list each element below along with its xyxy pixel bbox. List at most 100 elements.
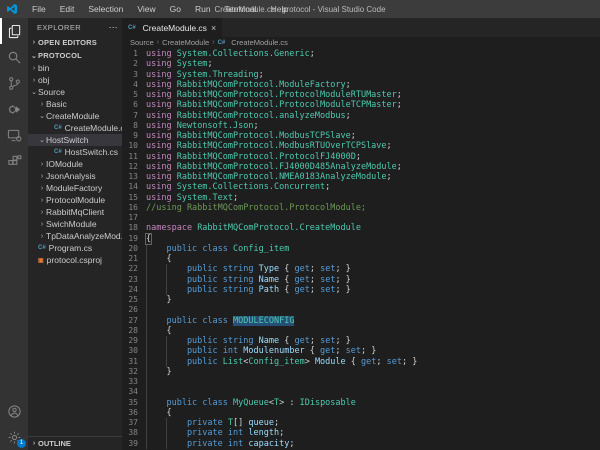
indent-guide [146,264,166,274]
code-line[interactable]: 14using System.Collections.Concurrent; [122,182,600,192]
settings-gear-icon[interactable]: 1 [0,424,28,450]
code-line[interactable]: 39private int capacity; [122,439,600,449]
code-line[interactable]: 7using RabbitMQComProtocol.analyzeModbus… [122,111,600,121]
tree-item-jsonanalysis[interactable]: ›JsonAnalysis [28,170,122,182]
code-line[interactable]: 29public string Name { get; set; } [122,336,600,346]
indent-guide [166,357,186,367]
code-line[interactable]: 13using RabbitMQComProtocol.NMEA0183Anal… [122,172,600,182]
code-line[interactable]: 17 [122,213,600,223]
code-line[interactable]: 18namespace RabbitMQComProtocol.CreateMo… [122,223,600,233]
remote-explorer-icon[interactable] [0,122,28,148]
code-line[interactable]: 9using RabbitMQComProtocol.ModbusTCPSlav… [122,131,600,141]
search-icon[interactable] [0,44,28,70]
line-number: 34 [122,387,146,397]
menu-go[interactable]: Go [163,4,188,14]
extensions-icon[interactable] [0,148,28,174]
menu-run[interactable]: Run [188,4,218,14]
code-line[interactable]: 35public class MyQueue<T> : IDisposable [122,398,600,408]
tree-item-createmodule[interactable]: ⌄CreateModule [28,110,122,122]
chevron-right-icon: › [38,233,46,240]
line-number: 5 [122,90,146,100]
tree-item-basic[interactable]: ›Basic [28,98,122,110]
project-root-section[interactable]: ⌄ PROTOCOL [28,49,122,62]
code-line[interactable]: 20public class Config_item [122,244,600,254]
code-line[interactable]: 16//using RabbitMQComProtocol.ProtocolMo… [122,203,600,213]
code-line[interactable]: 37private T[] queue; [122,418,600,428]
code-line[interactable]: 33 [122,377,600,387]
code-line[interactable]: 30public int Modulenumber { get; set; } [122,346,600,356]
tree-item-obj[interactable]: ›obj [28,74,122,86]
menu-help[interactable]: Help [264,4,295,14]
tree-item-tpdataanalyzemod-[interactable]: ›TpDataAnalyzeMod... [28,230,122,242]
code-line[interactable]: 26 [122,305,600,315]
activity-bar: 1 [0,18,28,450]
tree-item-source[interactable]: ⌄Source [28,86,122,98]
line-number: 23 [122,275,146,285]
code-line[interactable]: 10using RabbitMQComProtocol.ModbusRTUOve… [122,141,600,151]
code-line[interactable]: 12using RabbitMQComProtocol.FJ4000D485An… [122,162,600,172]
code-line[interactable]: 15using System.Text; [122,193,600,203]
source-control-icon[interactable] [0,70,28,96]
tree-item-rabbitmqclient[interactable]: ›RabbitMqClient [28,206,122,218]
tree-item-hostswitch[interactable]: ⌄HostSwitch [28,134,122,146]
code-line[interactable]: 4using RabbitMQComProtocol.ModuleFactory… [122,80,600,90]
menu-file[interactable]: File [25,4,53,14]
tree-item-bin[interactable]: ›bin [28,62,122,74]
code-line[interactable]: 19{ [122,234,600,244]
code-line[interactable]: 22public string Type { get; set; } [122,264,600,274]
code-line[interactable]: 34 [122,387,600,397]
tab-createmodule[interactable]: C# CreateModule.cs × [122,18,222,37]
line-number: 38 [122,428,146,438]
breadcrumb-item[interactable]: Source [130,38,154,47]
menu-selection[interactable]: Selection [81,4,130,14]
tree-item-hostswitch-cs[interactable]: C#HostSwitch.cs [28,146,122,158]
run-debug-icon[interactable] [0,96,28,122]
close-tab-icon[interactable]: × [211,23,216,33]
line-number: 33 [122,377,146,387]
code-line[interactable]: 27public class MODULECONFIG [122,316,600,326]
tree-item-modulefactory[interactable]: ›ModuleFactory [28,182,122,194]
code-line[interactable]: 8using Newtonsoft.Json; [122,121,600,131]
tree-item-iomodule[interactable]: ›IOModule [28,158,122,170]
account-icon[interactable] [0,398,28,424]
code-line[interactable]: 11using RabbitMQComProtocol.ProtocolFJ40… [122,152,600,162]
line-number: 7 [122,111,146,121]
code-line[interactable]: 28{ [122,326,600,336]
menu-edit[interactable]: Edit [53,4,82,14]
tree-item-swichmodule[interactable]: ›SwichModule [28,218,122,230]
more-actions-icon[interactable]: ⋯ [109,22,118,33]
tree-item-program-cs[interactable]: C#Program.cs [28,242,122,254]
code-line[interactable]: 24public string Path { get; set; } [122,285,600,295]
open-editors-section[interactable]: › OPEN EDITORS [28,36,122,49]
code-line[interactable]: 25} [122,295,600,305]
menu-view[interactable]: View [130,4,162,14]
chevron-down-icon: ⌄ [38,136,46,144]
explorer-icon[interactable] [0,18,28,44]
code-line[interactable]: 38private int length; [122,428,600,438]
code-line[interactable]: 2using System; [122,59,600,69]
menu-terminal[interactable]: Terminal [218,4,264,14]
outline-section[interactable]: › OUTLINE [28,436,122,450]
line-number: 36 [122,408,146,418]
code-line[interactable]: 21{ [122,254,600,264]
tree-item-createmodule-cs[interactable]: C#CreateModule.cs [28,122,122,134]
code-line[interactable]: 31public List<Config_item> Module { get;… [122,357,600,367]
indent-guide [166,285,186,295]
line-number: 20 [122,244,146,254]
code-line[interactable]: 5using RabbitMQComProtocol.ProtocolModul… [122,90,600,100]
code-line[interactable]: 36{ [122,408,600,418]
code-line[interactable]: 1using System.Collections.Generic; [122,49,600,59]
code-line[interactable]: 3using System.Threading; [122,70,600,80]
code-editor[interactable]: 1using System.Collections.Generic;2using… [122,48,600,450]
line-number: 10 [122,141,146,151]
code-line[interactable]: 23public string Name { get; set; } [122,275,600,285]
line-number: 16 [122,203,146,213]
line-number: 11 [122,152,146,162]
code-line[interactable]: 6using RabbitMQComProtocol.ProtocolModul… [122,100,600,110]
breadcrumb-item[interactable]: CreateModule [162,38,209,47]
tree-item-protocol-csproj[interactable]: ▣protocol.csproj [28,254,122,266]
csharp-file-icon: C# [54,125,62,131]
breadcrumb-item[interactable]: CreateModule.cs [231,38,288,47]
code-line[interactable]: 32} [122,367,600,377]
tree-item-protocolmodule[interactable]: ›ProtocolModule [28,194,122,206]
